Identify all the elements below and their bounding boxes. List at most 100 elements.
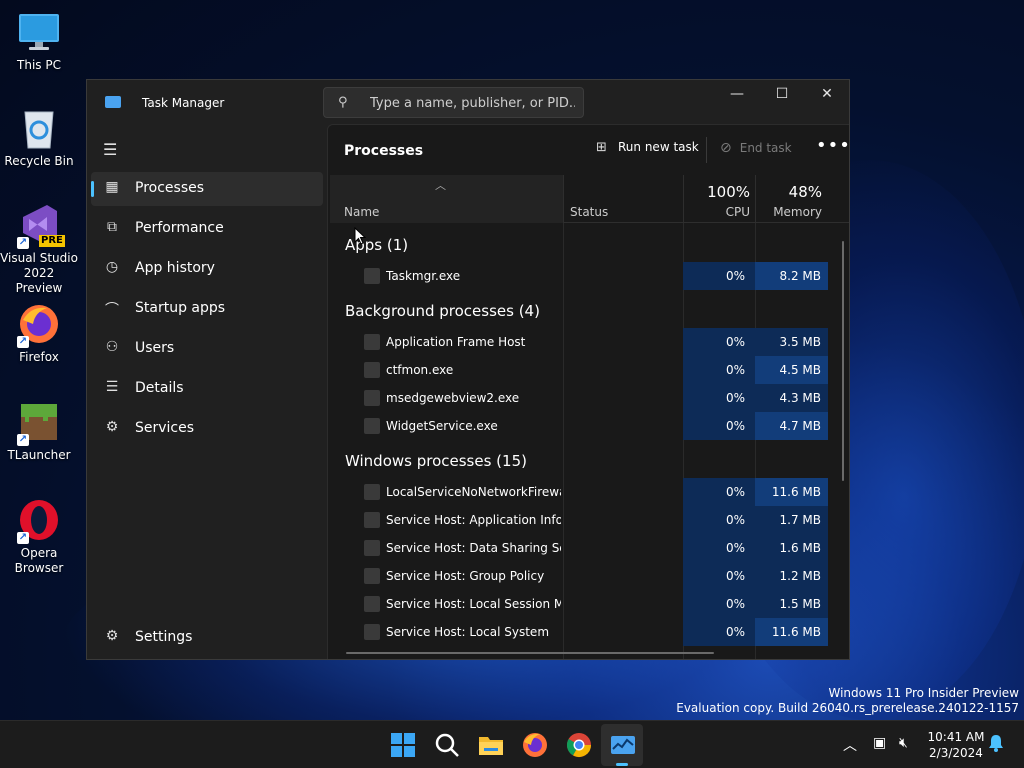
end-task-label: End task (739, 141, 792, 155)
close-icon: ✕ (821, 86, 833, 102)
desktop-icon-opera[interactable]: ↗ Opera Browser (0, 498, 78, 576)
process-cpu: 0% (683, 328, 755, 356)
process-cpu: 0% (683, 590, 755, 618)
group-header-background[interactable]: Background processes (4) (345, 302, 540, 320)
network-icon[interactable]: ▣ (873, 735, 886, 751)
run-new-task-button[interactable]: ⊞ Run new task (596, 140, 699, 155)
search-box[interactable]: ⚲ (323, 87, 584, 118)
process-cpu: 0% (683, 506, 755, 534)
taskbar-task-manager[interactable] (608, 730, 638, 760)
desktop-icon-tlauncher[interactable]: ↗ TLauncher (0, 400, 78, 463)
watermark-line-2: Evaluation copy. Build 26040.rs_prerelea… (676, 701, 1019, 715)
table-row[interactable]: Service Host: Group Policy 0% 1.2 MB (330, 562, 828, 590)
hamburger-menu-icon[interactable]: ☰ (103, 140, 117, 159)
sidebar-item-details[interactable]: ☰ Details (91, 372, 323, 406)
process-name: Application Frame Host (386, 335, 526, 349)
table-row[interactable]: Service Host: Local System 0% 11.6 MB (330, 618, 828, 646)
process-memory: 3.5 MB (755, 328, 828, 356)
desktop-icon-recycle-bin[interactable]: Recycle Bin (0, 106, 78, 169)
services-icon: ⚙ (105, 419, 119, 435)
desktop-icon-firefox[interactable]: ↗ Firefox (0, 302, 78, 365)
process-icon (364, 596, 380, 612)
desktop-icon-this-pc[interactable]: This PC (0, 10, 78, 73)
table-row[interactable]: ctfmon.exe 0% 4.5 MB (330, 356, 828, 384)
table-row[interactable]: Service Host: Application Infor... 0% 1.… (330, 506, 828, 534)
process-name: Service Host: Local Session M... (386, 597, 561, 611)
task-manager-icon (611, 736, 635, 754)
taskbar-file-explorer[interactable] (476, 730, 506, 760)
table-row[interactable]: Taskmgr.exe 0% 8.2 MB (330, 262, 828, 290)
taskbar-search-button[interactable] (432, 730, 462, 760)
process-icon (364, 484, 380, 500)
memory-header-label: Memory (773, 205, 822, 219)
firefox-icon: ↗ (17, 302, 61, 348)
horizontal-scrollbar[interactable] (346, 652, 714, 654)
firefox-icon (523, 733, 547, 757)
processes-panel: Processes ⊞ Run new task ⊘ End task ••• ︿ … (327, 124, 849, 659)
taskbar-chrome[interactable] (564, 730, 594, 760)
process-memory: 1.6 MB (755, 534, 828, 562)
cpu-column-header[interactable]: 100% CPU (683, 175, 755, 223)
performance-icon: ⧉ (107, 219, 117, 235)
volume-muted-icon[interactable]: 🔇︎ (899, 735, 908, 751)
table-row[interactable]: Service Host: Local Session M... 0% 1.5 … (330, 590, 828, 618)
desktop-icon-visual-studio[interactable]: PRE ↗ Visual Studio 2022 Preview (0, 203, 78, 296)
app-history-icon: ◷ (105, 259, 119, 275)
cpu-total-percent: 100% (707, 183, 750, 201)
table-row[interactable]: LocalServiceNoNetworkFirewall 0% 11.6 MB (330, 478, 828, 506)
table-row[interactable]: WidgetService.exe 0% 4.7 MB (330, 412, 828, 440)
shortcut-arrow-icon: ↗ (17, 434, 29, 446)
sidebar-item-users[interactable]: ⚇ Users (91, 332, 323, 366)
process-icon (364, 418, 380, 434)
process-memory: 1.7 MB (755, 506, 828, 534)
table-row[interactable]: Application Frame Host 0% 3.5 MB (330, 328, 828, 356)
process-cpu: 0% (683, 618, 755, 646)
sidebar-item-app-history[interactable]: ◷ App history (91, 252, 323, 286)
process-name: Service Host: Local System (386, 625, 550, 639)
sidebar-item-performance[interactable]: ⧉ Performance (91, 212, 323, 246)
sidebar-item-label: App history (135, 260, 215, 276)
processes-icon: ▦ (105, 179, 119, 195)
group-header-windows[interactable]: Windows processes (15) (345, 452, 527, 470)
monitor-icon (17, 10, 61, 54)
clock-date: 2/3/2024 (929, 746, 983, 760)
active-indicator (91, 181, 94, 197)
process-icon (364, 512, 380, 528)
sidebar-item-services[interactable]: ⚙ Services (91, 412, 323, 446)
taskbar-firefox[interactable] (520, 730, 550, 760)
search-input[interactable] (370, 93, 575, 113)
process-cpu: 0% (683, 412, 755, 440)
close-button[interactable]: ✕ (804, 80, 850, 110)
page-title: Processes (344, 143, 424, 159)
title-bar[interactable]: Task Manager ⚲ — ☐ ✕ (87, 80, 849, 124)
desktop-icon-label: TLauncher (7, 448, 71, 462)
sidebar-item-processes[interactable]: ▦ Processes (91, 172, 323, 206)
desktop-icon-label: Visual Studio 2022 Preview (0, 251, 78, 295)
sidebar-item-settings[interactable]: ⚙ Settings (91, 621, 323, 655)
cpu-header-label: CPU (725, 205, 750, 219)
table-row[interactable]: Service Host: Data Sharing Ser... 0% 1.6… (330, 534, 828, 562)
name-column-header[interactable]: ︿ Name (330, 175, 563, 223)
process-icon (364, 334, 380, 350)
run-task-icon: ⊞ (596, 140, 607, 155)
process-memory: 8.2 MB (755, 262, 828, 290)
desktop-icon-label: Opera Browser (14, 546, 64, 575)
taskbar: ︿ ▣ 🔇︎ 10:41 AM 2/3/2024 (0, 720, 1024, 768)
shortcut-arrow-icon: ↗ (17, 237, 29, 249)
status-column-header[interactable]: Status (563, 175, 683, 223)
memory-column-header[interactable]: 48% Memory (755, 175, 827, 223)
sidebar-item-startup-apps[interactable]: ⌒ Startup apps (91, 292, 323, 326)
taskbar-clock[interactable]: 10:41 AM 2/3/2024 (926, 729, 986, 761)
show-hidden-icons-button[interactable]: ︿ (843, 735, 857, 755)
vertical-scrollbar[interactable] (842, 241, 844, 481)
maximize-button[interactable]: ☐ (759, 80, 805, 110)
notification-bell-icon[interactable] (988, 734, 1004, 756)
end-task-button[interactable]: ⊘ End task (720, 140, 792, 156)
start-button[interactable] (388, 730, 418, 760)
minimize-button[interactable]: — (714, 80, 760, 110)
table-row[interactable]: msedgewebview2.exe 0% 4.3 MB (330, 384, 828, 412)
search-icon (435, 733, 459, 757)
folder-icon (479, 737, 503, 755)
sidebar-item-label: Performance (135, 220, 224, 236)
more-options-button[interactable]: ••• (816, 135, 849, 156)
